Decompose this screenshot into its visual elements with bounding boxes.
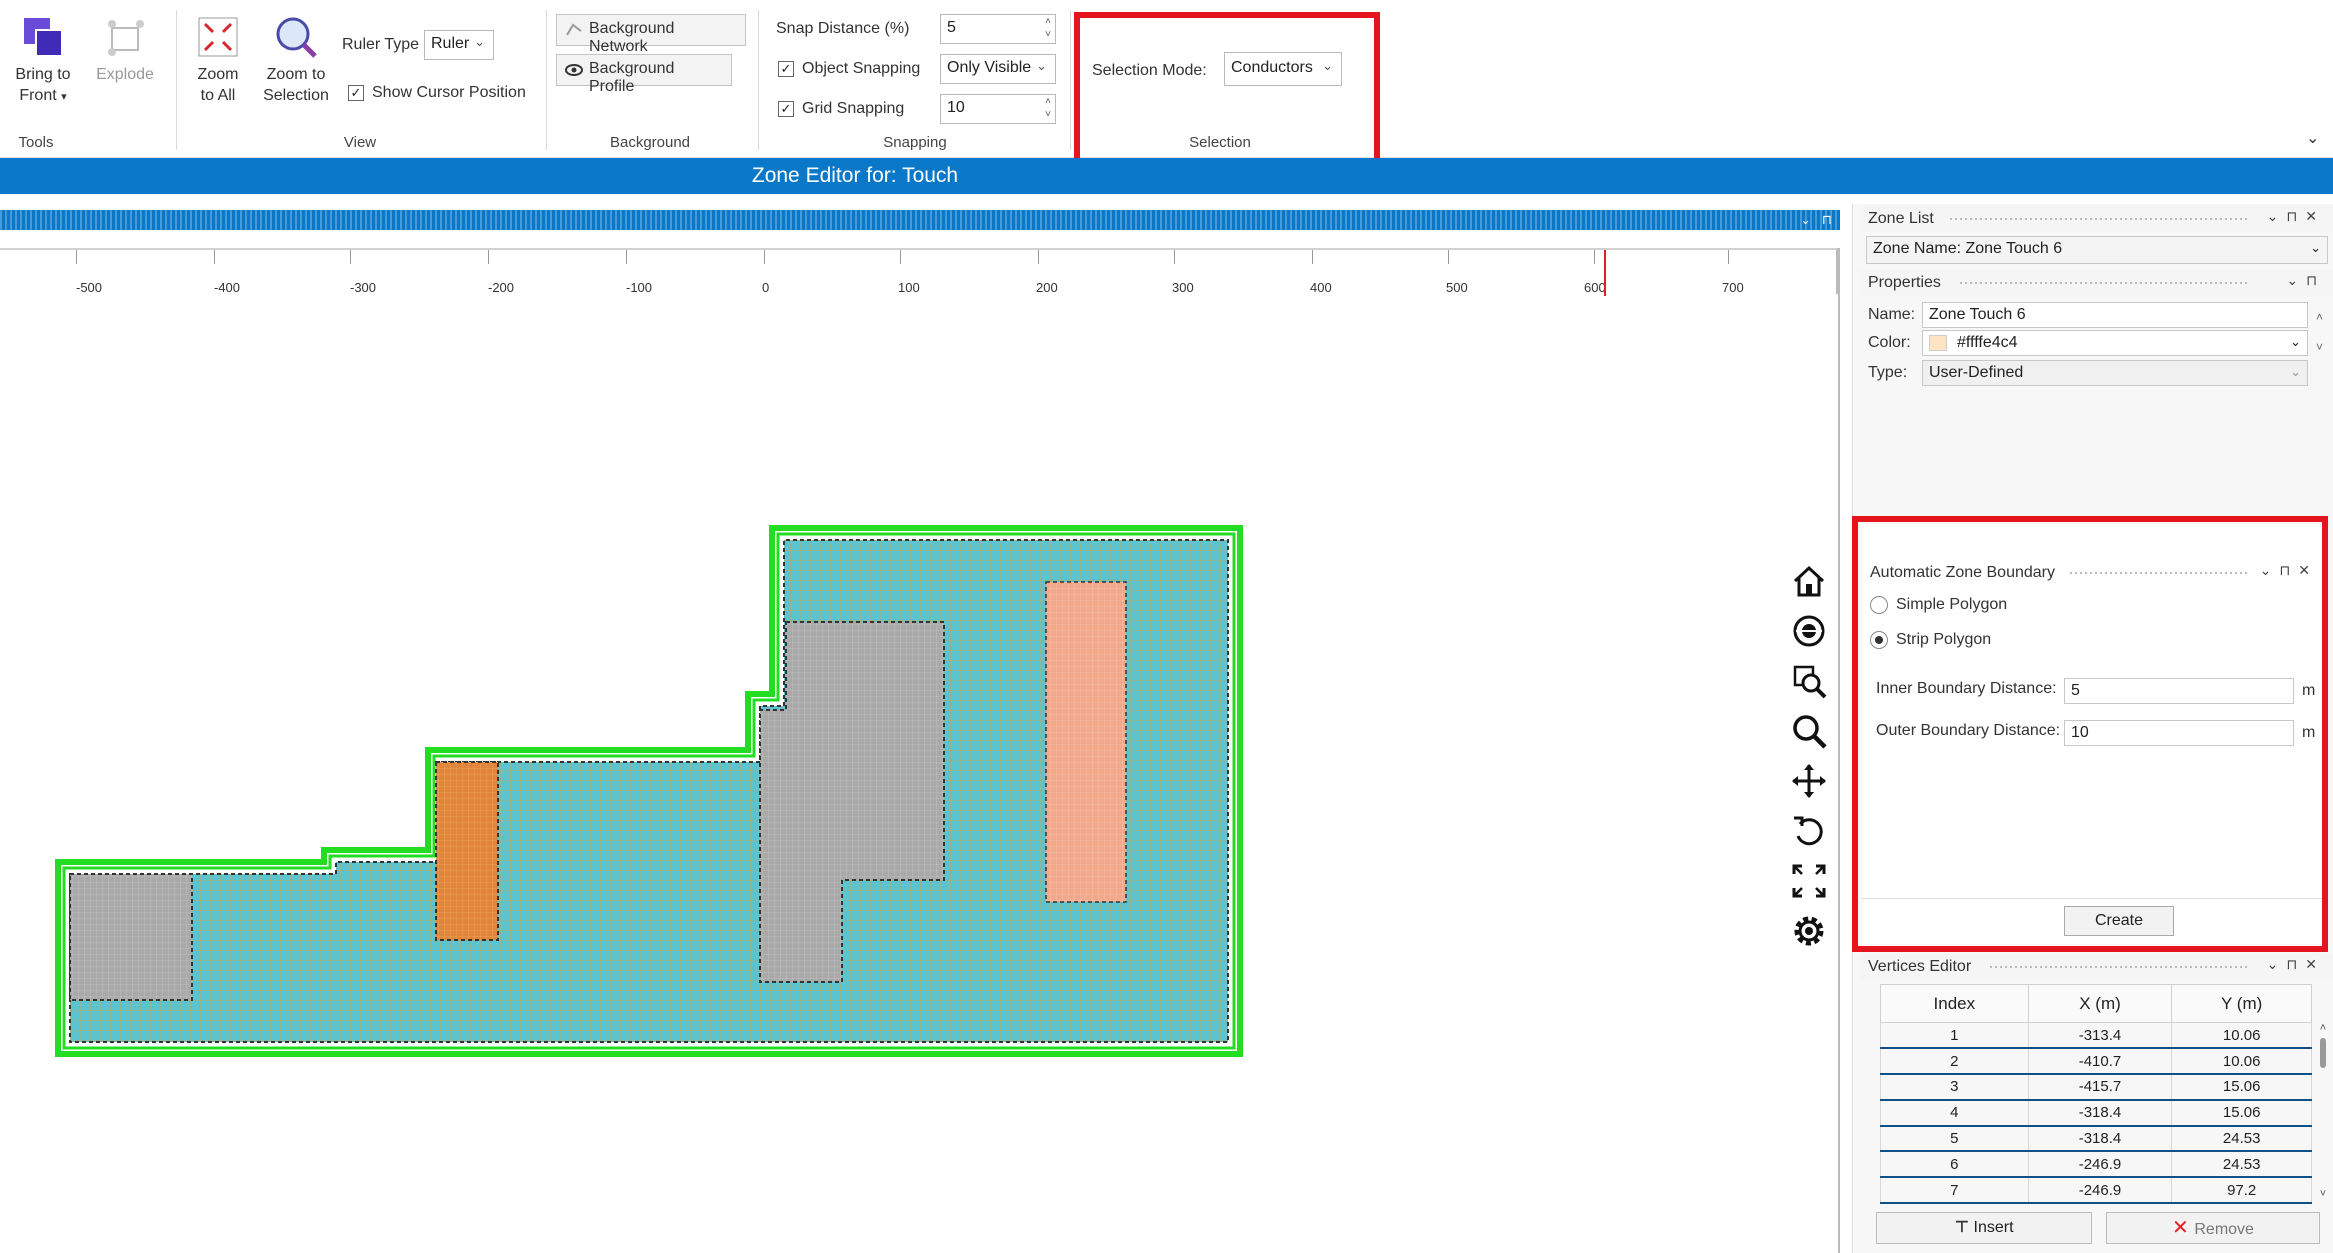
table-row[interactable]: 2 -410.7 10.06 xyxy=(1880,1047,2312,1076)
cell-x[interactable]: -410.7 xyxy=(2027,1047,2173,1076)
color-value: #ffffe4c4 xyxy=(1957,334,2018,351)
chevron-down-icon: ⌄ xyxy=(2290,364,2301,379)
cell-x[interactable]: -318.4 xyxy=(2027,1099,2173,1127)
insert-label: Insert xyxy=(1973,1219,2014,1236)
cell-y[interactable]: 24.53 xyxy=(2171,1150,2312,1179)
zone-name-value: Zone Name: Zone Touch 6 xyxy=(1873,240,2063,257)
scrollbar-arrows[interactable]: ˄ ˅ xyxy=(2316,302,2323,362)
table-row[interactable]: 1 -313.4 10.06 xyxy=(1880,1022,2312,1050)
insert-icon: ⊤ xyxy=(1954,1219,1974,1236)
grip-dots xyxy=(1990,966,2250,968)
color-swatch xyxy=(1929,335,1947,351)
pan-icon[interactable] xyxy=(1790,762,1828,800)
insert-button[interactable]: ⊤ Insert xyxy=(1876,1212,2092,1244)
vertices-editor-header: Vertices Editor ⌄⊓✕ xyxy=(1860,954,2333,980)
zone-canvas[interactable] xyxy=(0,0,1840,1253)
panel-controls-icon[interactable]: ⌄⊓✕ xyxy=(2267,956,2325,973)
color-picker[interactable]: #ffffe4c4 ⌄ xyxy=(1922,330,2308,356)
scrollbar-thumb[interactable] xyxy=(2320,1038,2326,1068)
zoom-icon[interactable] xyxy=(1790,712,1828,750)
peach-block[interactable] xyxy=(1045,581,1127,903)
cell-index[interactable]: 6 xyxy=(1880,1150,2029,1179)
cell-x[interactable]: -415.7 xyxy=(2027,1073,2173,1101)
cell-index[interactable]: 2 xyxy=(1880,1047,2029,1076)
col-header-index[interactable]: Index xyxy=(1880,984,2029,1023)
gear-icon[interactable] xyxy=(1790,912,1828,950)
vertices-table: Index X (m) Y (m) 1 -313.4 10.06 2 -410.… xyxy=(1880,984,2312,1205)
cell-x[interactable]: -313.4 xyxy=(2027,1022,2173,1050)
name-value: Zone Touch 6 xyxy=(1929,306,2026,323)
table-row[interactable]: 6 -246.9 24.53 xyxy=(1880,1150,2312,1179)
table-row[interactable]: 7 -246.9 97.2 xyxy=(1880,1176,2312,1205)
rotate-icon[interactable] xyxy=(1790,812,1828,850)
col-header-x[interactable]: X (m) xyxy=(2027,984,2173,1023)
properties-header: Properties ⌄⊓ xyxy=(1860,270,2333,296)
cell-index[interactable]: 4 xyxy=(1880,1099,2029,1127)
cell-index[interactable]: 5 xyxy=(1880,1125,2029,1153)
properties-title: Properties xyxy=(1868,274,1941,291)
remove-label: Remove xyxy=(2194,1221,2254,1238)
table-row[interactable]: 3 -415.7 15.06 xyxy=(1880,1073,2312,1101)
target-icon[interactable] xyxy=(1790,612,1828,650)
panel-controls-icon[interactable]: ⌄⊓✕ xyxy=(2267,208,2325,225)
vertices-editor-title: Vertices Editor xyxy=(1868,958,1972,975)
panel-controls-icon[interactable]: ⌄⊓ xyxy=(2286,272,2325,289)
cell-x[interactable]: -318.4 xyxy=(2027,1125,2173,1153)
cell-y[interactable]: 10.06 xyxy=(2171,1047,2312,1076)
grip-dots xyxy=(1960,282,2250,284)
chevron-down-icon: ⌄ xyxy=(2290,334,2301,349)
grip-dots xyxy=(1950,218,2250,220)
name-label: Name: xyxy=(1868,306,1916,323)
fullscreen-icon[interactable] xyxy=(1790,862,1828,900)
col-header-y[interactable]: Y (m) xyxy=(2171,984,2312,1023)
zone-list-title: Zone List xyxy=(1868,210,1934,227)
orange-block[interactable] xyxy=(435,761,499,941)
ribbon-collapse-chevron-icon[interactable]: ⌄ xyxy=(2306,128,2319,148)
zone-list-header: Zone List ⌄⊓✕ xyxy=(1860,206,2333,232)
chevron-down-icon: ⌄ xyxy=(2310,240,2321,255)
type-dropdown[interactable]: User-Defined ⌄ xyxy=(1922,360,2308,386)
zoom-window-icon[interactable] xyxy=(1790,662,1828,700)
remove-button[interactable]: ✕ Remove xyxy=(2106,1212,2320,1244)
cell-y[interactable]: 15.06 xyxy=(2171,1099,2312,1127)
home-icon[interactable] xyxy=(1790,562,1828,600)
type-value: User-Defined xyxy=(1929,364,2024,381)
cell-y[interactable]: 97.2 xyxy=(2171,1176,2312,1205)
color-label: Color: xyxy=(1868,334,1911,351)
cell-y[interactable]: 24.53 xyxy=(2171,1125,2312,1153)
highlight-auto-boundary-box xyxy=(1852,516,2328,952)
vertices-scrollbar[interactable]: ˄ ˅ xyxy=(2316,1022,2330,1200)
cell-y[interactable]: 10.06 xyxy=(2171,1022,2312,1050)
table-row[interactable]: 5 -318.4 24.53 xyxy=(1880,1125,2312,1153)
zone-name-dropdown[interactable]: Zone Name: Zone Touch 6 ⌄ xyxy=(1866,236,2328,264)
close-icon: ✕ xyxy=(2172,1217,2195,1239)
cell-index[interactable]: 7 xyxy=(1880,1176,2029,1205)
cell-x[interactable]: -246.9 xyxy=(2027,1150,2173,1179)
name-input[interactable]: Zone Touch 6 xyxy=(1922,302,2308,328)
cell-y[interactable]: 15.06 xyxy=(2171,1073,2312,1101)
type-label: Type: xyxy=(1868,364,1908,381)
table-row[interactable]: 4 -318.4 15.06 xyxy=(1880,1099,2312,1127)
cell-index[interactable]: 3 xyxy=(1880,1073,2029,1101)
cell-index[interactable]: 1 xyxy=(1880,1022,2029,1050)
gray-block-left[interactable] xyxy=(69,873,193,1001)
cell-x[interactable]: -246.9 xyxy=(2027,1176,2173,1205)
